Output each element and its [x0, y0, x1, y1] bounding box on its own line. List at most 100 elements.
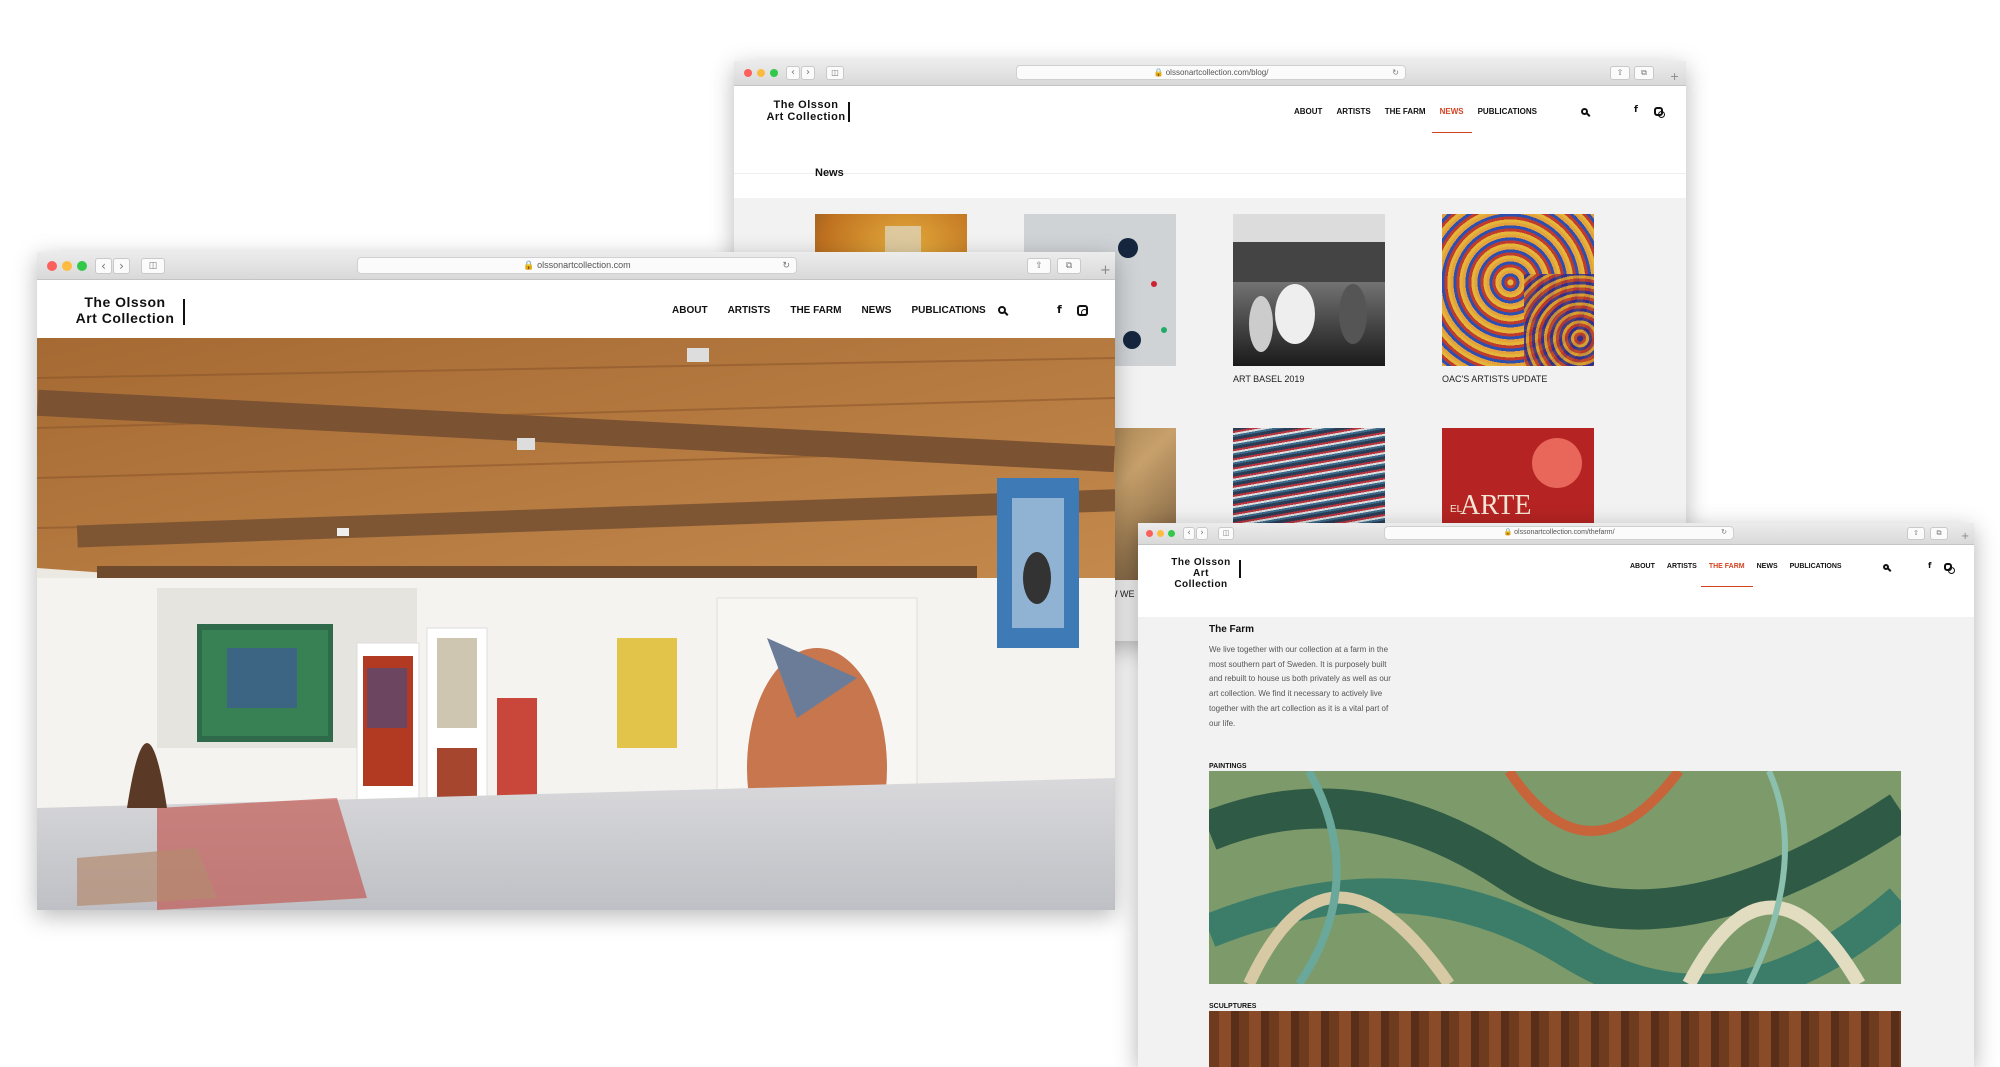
- arte-prefix: EL: [1450, 504, 1463, 515]
- instagram-icon[interactable]: [1944, 563, 1955, 574]
- news-thumb-4[interactable]: [1442, 214, 1594, 366]
- nav-news[interactable]: NEWS: [861, 305, 891, 316]
- hero-image: [37, 338, 1115, 910]
- nav-about[interactable]: ABOUT: [1294, 107, 1322, 116]
- back-icon[interactable]: ‹: [786, 66, 800, 80]
- forward-icon[interactable]: ›: [1196, 527, 1208, 540]
- search-icon[interactable]: [998, 306, 1006, 314]
- nav-the-farm[interactable]: THE FARM: [1385, 107, 1426, 116]
- zoom-window-icon[interactable]: [770, 69, 778, 77]
- site-logo[interactable]: The Olsson Art Collection: [71, 294, 185, 326]
- forward-icon[interactable]: ›: [113, 258, 130, 274]
- main-nav: ABOUT ARTISTS THE FARM NEWS PUBLICATIONS: [672, 305, 986, 316]
- facebook-icon[interactable]: f: [1928, 561, 1931, 570]
- paintings-art: [1209, 771, 1901, 984]
- address-bar[interactable]: 🔒 olssonartcollection.com/thefarm/ ↻: [1384, 526, 1734, 540]
- page-title: News: [815, 167, 844, 179]
- new-tab-icon[interactable]: +: [1670, 70, 1679, 83]
- close-window-icon[interactable]: [744, 69, 752, 77]
- new-tab-icon[interactable]: +: [1100, 263, 1111, 278]
- tabs-icon[interactable]: ⧉: [1057, 258, 1081, 274]
- nav-news[interactable]: NEWS: [1431, 107, 1472, 133]
- share-icon[interactable]: ⇧: [1907, 527, 1925, 540]
- url-text: olssonartcollection.com/blog/: [1165, 68, 1269, 77]
- share-icon[interactable]: ⇧: [1027, 258, 1051, 274]
- address-bar[interactable]: 🔒 olssonartcollection.com/blog/ ↻: [1016, 65, 1406, 80]
- site-logo[interactable]: The Olsson Art Collection: [1165, 557, 1241, 591]
- sidebar-icon[interactable]: ◫: [1218, 527, 1234, 540]
- active-underline: [1700, 586, 1753, 587]
- sidebar-icon[interactable]: ◫: [141, 258, 165, 274]
- reload-icon[interactable]: ↻: [782, 258, 790, 273]
- close-window-icon[interactable]: [1146, 530, 1153, 537]
- url-text: olssonartcollection.com: [537, 260, 631, 270]
- browser-window-home: ‹ › ◫ 🔒 olssonartcollection.com ↻ ⇧ ⧉ + …: [37, 252, 1115, 910]
- logo-bar: [1239, 560, 1241, 578]
- nav-news-label: NEWS: [1439, 107, 1464, 116]
- thumb-7-circle: [1532, 438, 1582, 488]
- back-icon[interactable]: ‹: [1183, 527, 1195, 540]
- sidebar-icon[interactable]: ◫: [826, 66, 844, 80]
- instagram-icon[interactable]: [1077, 305, 1088, 316]
- nav-about[interactable]: ABOUT: [672, 305, 708, 316]
- nav-artists[interactable]: ARTISTS: [1336, 107, 1370, 116]
- search-icon[interactable]: [1581, 108, 1588, 115]
- tabs-icon[interactable]: ⧉: [1634, 66, 1654, 80]
- facebook-icon[interactable]: f: [1634, 105, 1638, 115]
- zoom-window-icon[interactable]: [1168, 530, 1175, 537]
- logo-bar: [183, 299, 185, 325]
- section-label-paintings: PAINTINGS: [1209, 763, 1247, 770]
- share-icon[interactable]: ⇧: [1610, 66, 1630, 80]
- lock-icon: 🔒: [1503, 529, 1513, 536]
- nav-publications[interactable]: PUBLICATIONS: [1790, 563, 1842, 570]
- minimize-window-icon[interactable]: [62, 261, 72, 271]
- logo-line-2: Art Collection: [75, 309, 175, 326]
- reload-icon[interactable]: ↻: [1721, 527, 1727, 539]
- minimize-window-icon[interactable]: [1157, 530, 1164, 537]
- intro-line-6: our life.: [1209, 718, 1236, 728]
- news-thumb-3[interactable]: [1233, 214, 1385, 366]
- nav-the-farm[interactable]: THE FARM: [1700, 563, 1753, 587]
- main-nav: ABOUT ARTISTS THE FARM NEWS PUBLICATIONS: [1294, 107, 1537, 133]
- paintings-image[interactable]: [1209, 771, 1901, 984]
- instagram-icon[interactable]: [1654, 107, 1665, 118]
- browser-window-farm: ‹ › ◫ 🔒 olssonartcollection.com/thefarm/…: [1138, 523, 1974, 1067]
- nav-about[interactable]: ABOUT: [1630, 563, 1655, 570]
- nav-publications[interactable]: PUBLICATIONS: [911, 305, 985, 316]
- nav-artists[interactable]: ARTISTS: [728, 305, 771, 316]
- logo-line-2: Art Collection: [1174, 568, 1228, 591]
- tabs-icon[interactable]: ⧉: [1930, 527, 1948, 540]
- page-title: The Farm: [1209, 624, 1255, 635]
- logo-line-1: The Olsson: [84, 294, 166, 310]
- intro-line-2: most southern part of Sweden. It is purp…: [1209, 659, 1387, 669]
- new-tab-icon[interactable]: +: [1961, 531, 1969, 542]
- site-logo[interactable]: The Olsson Art Collection: [766, 99, 850, 124]
- logo-line-2: Art Collection: [766, 111, 846, 124]
- close-window-icon[interactable]: [47, 261, 57, 271]
- minimize-window-icon[interactable]: [757, 69, 765, 77]
- header-divider: [734, 173, 1686, 174]
- nav-news[interactable]: NEWS: [1757, 563, 1778, 570]
- section-label-sculptures: SCULPTURES: [1209, 1003, 1257, 1010]
- nav-the-farm[interactable]: THE FARM: [790, 305, 841, 316]
- search-icon[interactable]: [1883, 564, 1889, 570]
- facebook-icon[interactable]: f: [1057, 303, 1062, 316]
- back-icon[interactable]: ‹: [95, 258, 112, 274]
- main-nav: ABOUT ARTISTS THE FARM NEWS PUBLICATIONS: [1630, 563, 1842, 587]
- forward-icon[interactable]: ›: [801, 66, 815, 80]
- logo-line-1: The Olsson: [773, 99, 839, 111]
- intro-line-5: together with the art collection as it i…: [1209, 703, 1389, 713]
- site-header: The Olsson Art Collection ABOUT ARTISTS …: [734, 86, 1686, 198]
- intro-line-1: We live together with our collection at …: [1209, 645, 1389, 654]
- zoom-window-icon[interactable]: [77, 261, 87, 271]
- post-caption-2[interactable]: OAC'S ARTISTS UPDATE: [1442, 374, 1547, 384]
- reload-icon[interactable]: ↻: [1392, 66, 1399, 79]
- url-text: olssonartcollection.com/thefarm/: [1514, 529, 1615, 536]
- thumb-3-art: [1233, 214, 1385, 352]
- post-caption-1[interactable]: ART BASEL 2019: [1233, 374, 1304, 384]
- address-bar[interactable]: 🔒 olssonartcollection.com ↻: [357, 257, 797, 274]
- site-header: The Olsson Art Collection ABOUT ARTISTS …: [1138, 545, 1974, 617]
- sculptures-image[interactable]: [1209, 1011, 1901, 1067]
- nav-artists[interactable]: ARTISTS: [1667, 563, 1697, 570]
- nav-publications[interactable]: PUBLICATIONS: [1478, 107, 1537, 116]
